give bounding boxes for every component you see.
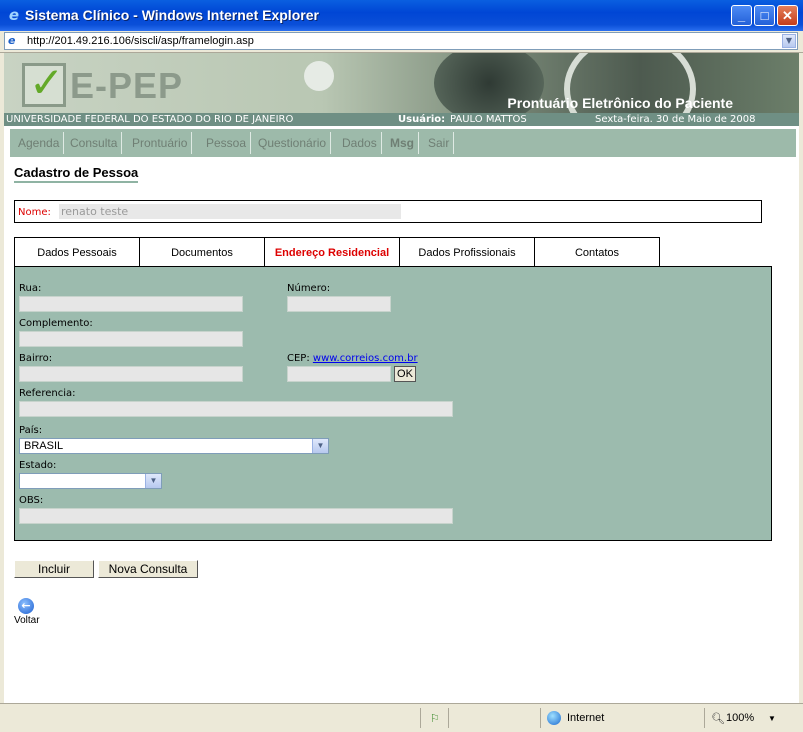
- name-field[interactable]: renato teste: [59, 204, 401, 219]
- user-label: Usuário:: [398, 114, 446, 125]
- menu-item-msg[interactable]: Msg: [386, 132, 419, 154]
- incluir-button[interactable]: Incluir: [14, 560, 94, 578]
- header-banner: ✓ E-PEP Prontuário Eletrônico do Pacient…: [4, 53, 799, 113]
- page-icon: e: [8, 34, 16, 47]
- menu-item-prontuario[interactable]: Prontuário: [128, 132, 193, 154]
- page-title: Cadastro de Pessoa: [14, 165, 139, 183]
- pais-value: BRASIL: [24, 440, 64, 452]
- page-content: ✓ E-PEP Prontuário Eletrônico do Pacient…: [4, 53, 799, 703]
- zone-label: Internet: [567, 712, 605, 724]
- referencia-input[interactable]: [19, 401, 453, 417]
- globe-icon: [547, 711, 561, 725]
- status-divider: [540, 708, 541, 728]
- pais-label: País:: [19, 425, 43, 436]
- ie-icon: e: [8, 6, 20, 24]
- zoom-level[interactable]: 100%: [726, 712, 754, 724]
- status-bar: ⚐ Internet 🔍︎ 100% ▼: [0, 703, 803, 732]
- obs-label: OBS:: [19, 495, 44, 506]
- browser-window: e Sistema Clínico - Windows Internet Exp…: [0, 0, 803, 732]
- window-title: Sistema Clínico - Windows Internet Explo…: [25, 7, 319, 23]
- name-box: Nome: renato teste: [14, 200, 762, 223]
- nova-consulta-button[interactable]: Nova Consulta: [98, 560, 198, 578]
- title-bar: e Sistema Clínico - Windows Internet Exp…: [0, 0, 803, 31]
- minimize-button[interactable]: _: [731, 5, 752, 26]
- menu-item-agenda[interactable]: Agenda: [14, 132, 65, 154]
- cep-label: CEP: www.correios.com.br: [287, 353, 418, 364]
- bairro-input[interactable]: [19, 366, 243, 382]
- menu-item-dados[interactable]: Dados: [338, 132, 382, 154]
- correios-link[interactable]: www.correios.com.br: [313, 353, 418, 364]
- menu-item-sair[interactable]: Sair: [424, 132, 455, 154]
- main-menu: Agenda Consulta Prontuário Pessoa Questi…: [10, 129, 796, 157]
- obs-input[interactable]: [19, 508, 453, 524]
- app-subtitle: Prontuário Eletrônico do Paciente: [507, 95, 733, 111]
- rua-label: Rua:: [19, 283, 42, 294]
- security-icon: ⚐: [430, 713, 440, 725]
- estado-select[interactable]: ▼: [19, 473, 162, 489]
- decor-orb: [304, 61, 334, 91]
- menu-item-questionario[interactable]: Questionário: [254, 132, 332, 154]
- close-button[interactable]: ✕: [777, 5, 798, 26]
- tab-contatos[interactable]: Contatos: [534, 237, 660, 267]
- pais-select[interactable]: BRASIL ▼: [19, 438, 329, 454]
- back-arrow-icon[interactable]: ←: [18, 598, 34, 614]
- numero-label: Número:: [287, 283, 331, 294]
- tab-dados-profissionais[interactable]: Dados Profissionais: [399, 237, 535, 267]
- bairro-label: Bairro:: [19, 353, 53, 364]
- cep-ok-button[interactable]: OK: [394, 366, 416, 382]
- status-divider: [420, 708, 421, 728]
- address-bar: e http://201.49.216.106/siscli/asp/frame…: [0, 31, 803, 53]
- complemento-input[interactable]: [19, 331, 243, 347]
- url-text[interactable]: http://201.49.216.106/siscli/asp/framelo…: [27, 35, 254, 47]
- app-logo: E-PEP: [70, 65, 184, 106]
- user-name: PAULO MATTOS: [450, 114, 527, 125]
- chevron-down-icon[interactable]: ▼: [312, 439, 328, 453]
- cep-input[interactable]: [287, 366, 391, 382]
- tab-endereco-residencial[interactable]: Endereço Residencial: [264, 237, 400, 268]
- address-panel: Rua: Número: Complemento: Bairro: CEP: w…: [14, 266, 772, 541]
- info-bar: UNIVERSIDADE FEDERAL DO ESTADO DO RIO DE…: [4, 113, 799, 126]
- status-divider: [704, 708, 705, 728]
- check-logo-icon: ✓: [22, 58, 66, 107]
- status-divider: [448, 708, 449, 728]
- chevron-down-icon[interactable]: ▼: [768, 714, 776, 723]
- zoom-icon[interactable]: 🔍︎: [711, 712, 725, 725]
- menu-item-consulta[interactable]: Consulta: [66, 132, 123, 154]
- maximize-button[interactable]: □: [754, 5, 775, 26]
- estado-label: Estado:: [19, 460, 57, 471]
- cep-label-text: CEP:: [287, 353, 310, 364]
- tab-documentos[interactable]: Documentos: [139, 237, 265, 267]
- current-date: Sexta-feira. 30 de Maio de 2008: [595, 114, 756, 125]
- numero-input[interactable]: [287, 296, 391, 312]
- voltar-link[interactable]: Voltar: [14, 615, 40, 626]
- rua-input[interactable]: [19, 296, 243, 312]
- tab-dados-pessoais[interactable]: Dados Pessoais: [14, 237, 140, 267]
- referencia-label: Referencia:: [19, 388, 76, 399]
- menu-item-pessoa[interactable]: Pessoa: [202, 132, 252, 154]
- chevron-down-icon[interactable]: ▼: [145, 474, 161, 488]
- address-field[interactable]: e http://201.49.216.106/siscli/asp/frame…: [4, 32, 798, 50]
- university-name: UNIVERSIDADE FEDERAL DO ESTADO DO RIO DE…: [6, 114, 294, 125]
- chevron-down-icon[interactable]: ▼: [782, 34, 796, 48]
- name-label: Nome:: [18, 207, 51, 218]
- complemento-label: Complemento:: [19, 318, 93, 329]
